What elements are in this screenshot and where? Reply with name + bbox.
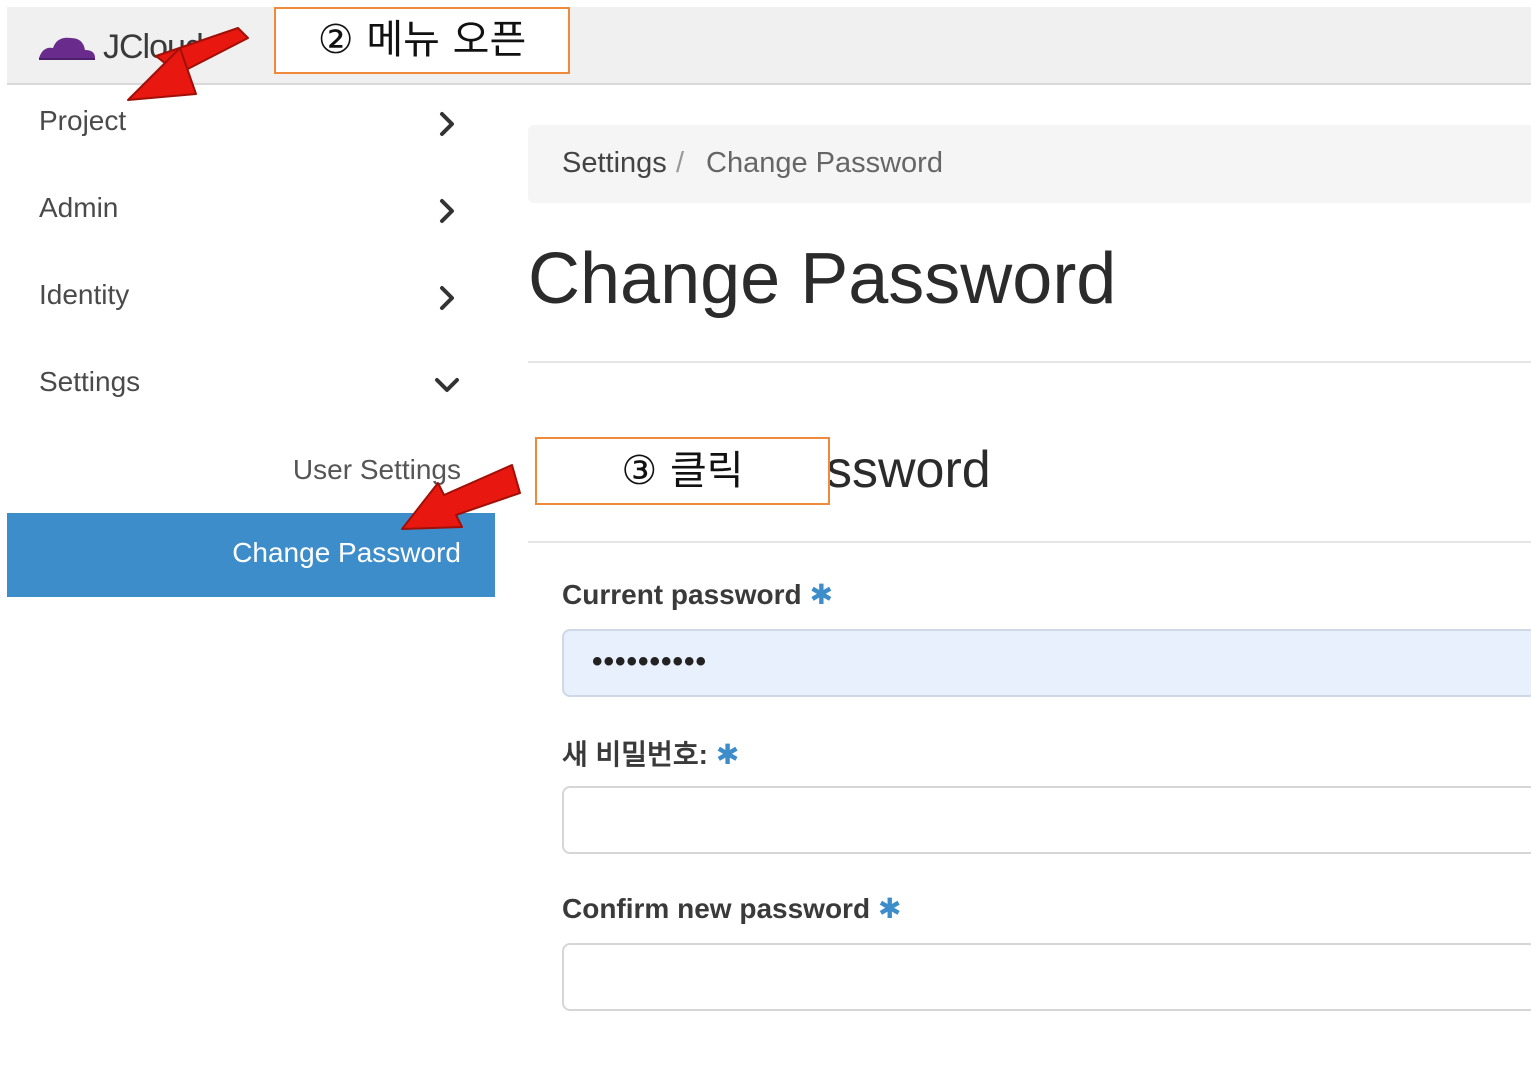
- sidebar-item-label: Settings: [39, 366, 141, 397]
- current-password-input[interactable]: ••••••••••: [562, 629, 1531, 697]
- required-icon: ✱: [809, 579, 834, 610]
- callout-step3: ③ 클릭: [535, 437, 830, 505]
- sidebar-item-identity[interactable]: Identity: [7, 269, 495, 329]
- confirm-password-input[interactable]: [562, 943, 1531, 1011]
- breadcrumb-separator: /: [676, 147, 685, 179]
- cloud-icon: [39, 37, 95, 60]
- new-password-input[interactable]: [562, 786, 1531, 854]
- required-icon: ✱: [715, 739, 740, 770]
- required-icon: ✱: [878, 893, 902, 924]
- chevron-right-icon: [440, 112, 454, 136]
- sidebar-item-label: Admin: [39, 192, 119, 223]
- sidebar-item-label: Project: [39, 105, 127, 136]
- page-title: Change Password: [528, 239, 1117, 319]
- chevron-right-icon: [440, 199, 454, 223]
- current-password-label: Current password ✱: [562, 579, 834, 610]
- sidebar-item-admin[interactable]: Admin: [7, 182, 495, 242]
- confirm-password-label: Confirm new password ✱: [562, 893, 902, 924]
- chevron-right-icon: [440, 286, 454, 310]
- arrow-icon: [127, 27, 249, 101]
- breadcrumb-current: Change Password: [706, 147, 943, 179]
- sidebar-item-label: Identity: [39, 279, 130, 310]
- current-password-value: ••••••••••: [592, 645, 708, 678]
- divider: [528, 361, 1531, 363]
- divider: [528, 541, 1531, 543]
- arrow-icon: [401, 464, 521, 530]
- new-password-label: 새 비밀번호: ✱: [562, 739, 740, 770]
- breadcrumb-settings-link[interactable]: Settings: [562, 147, 667, 180]
- breadcrumb: Settings / Change Password: [528, 125, 1531, 203]
- sidebar-item-settings[interactable]: Settings: [7, 356, 495, 416]
- callout-step2: ② 메뉴 오픈: [274, 7, 570, 74]
- section-title: ssword: [826, 441, 991, 499]
- chevron-down-icon: [435, 378, 459, 392]
